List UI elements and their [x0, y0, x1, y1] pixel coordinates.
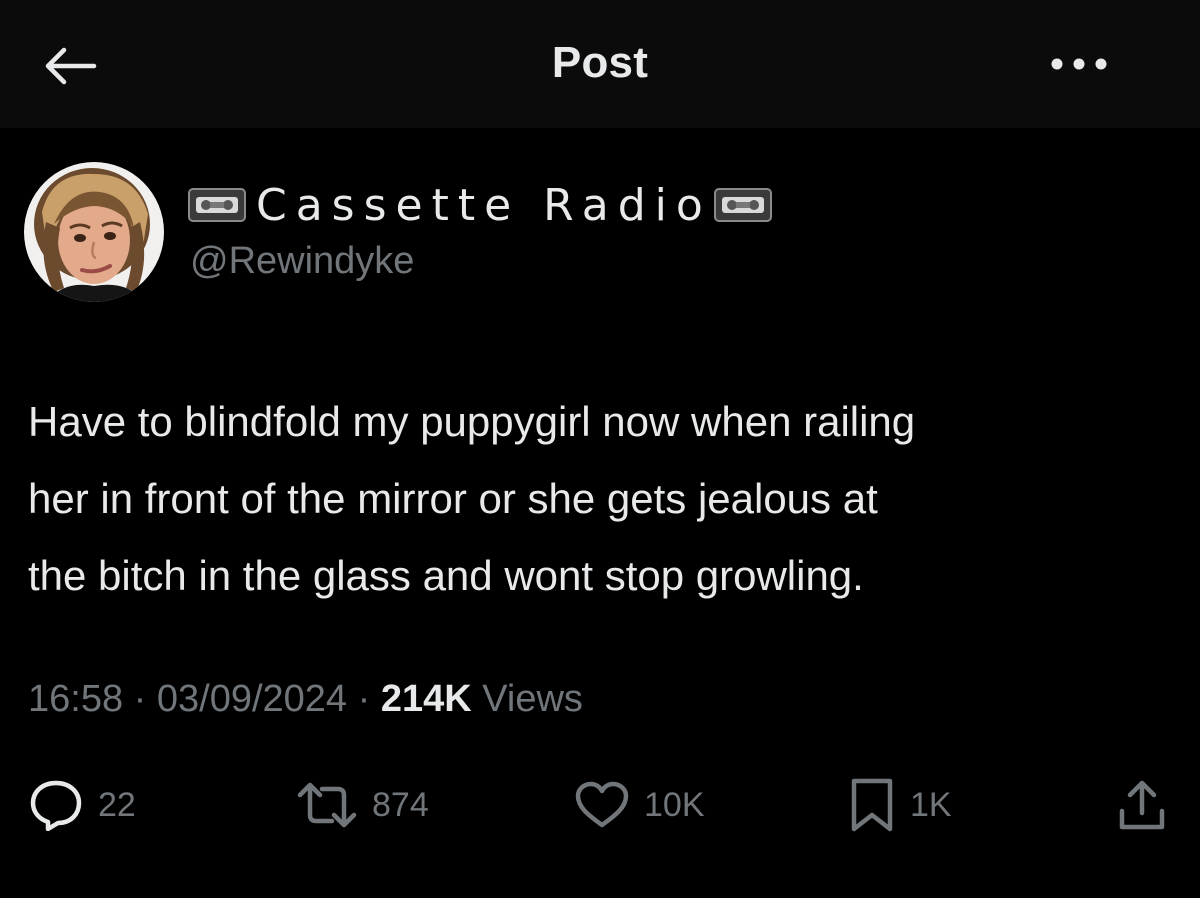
profile-photo	[24, 162, 164, 302]
meta-separator: ·	[357, 678, 371, 720]
avatar[interactable]	[24, 162, 164, 302]
post-text-line: Have to blindfold my puppygirl now when …	[28, 398, 916, 445]
reply-count: 22	[98, 785, 136, 824]
meta-separator: ·	[133, 678, 147, 720]
bookmark-icon	[851, 778, 893, 832]
views-label[interactable]: Views	[482, 678, 583, 720]
user-handle[interactable]: @Rewindyke	[190, 240, 414, 283]
post-text-line: her in front of the mirror or she gets j…	[28, 475, 878, 522]
share-button[interactable]	[1114, 770, 1170, 840]
like-count: 10K	[644, 785, 705, 824]
post-meta: 16:58 · 03/09/2024 · 214K Views	[28, 678, 583, 721]
more-horizontal-icon	[1051, 58, 1107, 70]
post-text: Have to blindfold my puppygirl now when …	[28, 383, 1178, 614]
reply-button[interactable]: 22	[28, 770, 136, 840]
share-icon	[1119, 780, 1165, 830]
videocassette-emoji-left	[188, 188, 246, 222]
reply-bubble-icon	[30, 780, 82, 831]
post-text-line: the bitch in the glass and wont stop gro…	[28, 552, 864, 599]
display-name-text: Cassette Radio	[256, 179, 712, 231]
bookmark-count: 1K	[910, 785, 952, 824]
repost-count: 874	[372, 785, 429, 824]
action-bar: 22 874 10K 1K	[0, 770, 1200, 840]
views-count[interactable]: 214K	[381, 678, 472, 720]
post-detail-page: Post Cassette Radio @Rewindyke Have to b…	[0, 0, 1200, 898]
post-date[interactable]: 03/09/2024	[157, 678, 347, 720]
repost-icon	[297, 782, 357, 828]
repost-button[interactable]: 874	[296, 770, 429, 840]
heart-icon	[575, 781, 629, 828]
like-button[interactable]: 10K	[574, 770, 705, 840]
page-title: Post	[551, 38, 649, 87]
more-options-button[interactable]	[1046, 44, 1112, 84]
top-bar: Post	[0, 0, 1200, 128]
display-name[interactable]: Cassette Radio	[188, 179, 772, 231]
videocassette-emoji-right	[713, 188, 772, 222]
bookmark-button[interactable]: 1K	[848, 770, 952, 840]
post-time[interactable]: 16:58	[28, 678, 123, 720]
